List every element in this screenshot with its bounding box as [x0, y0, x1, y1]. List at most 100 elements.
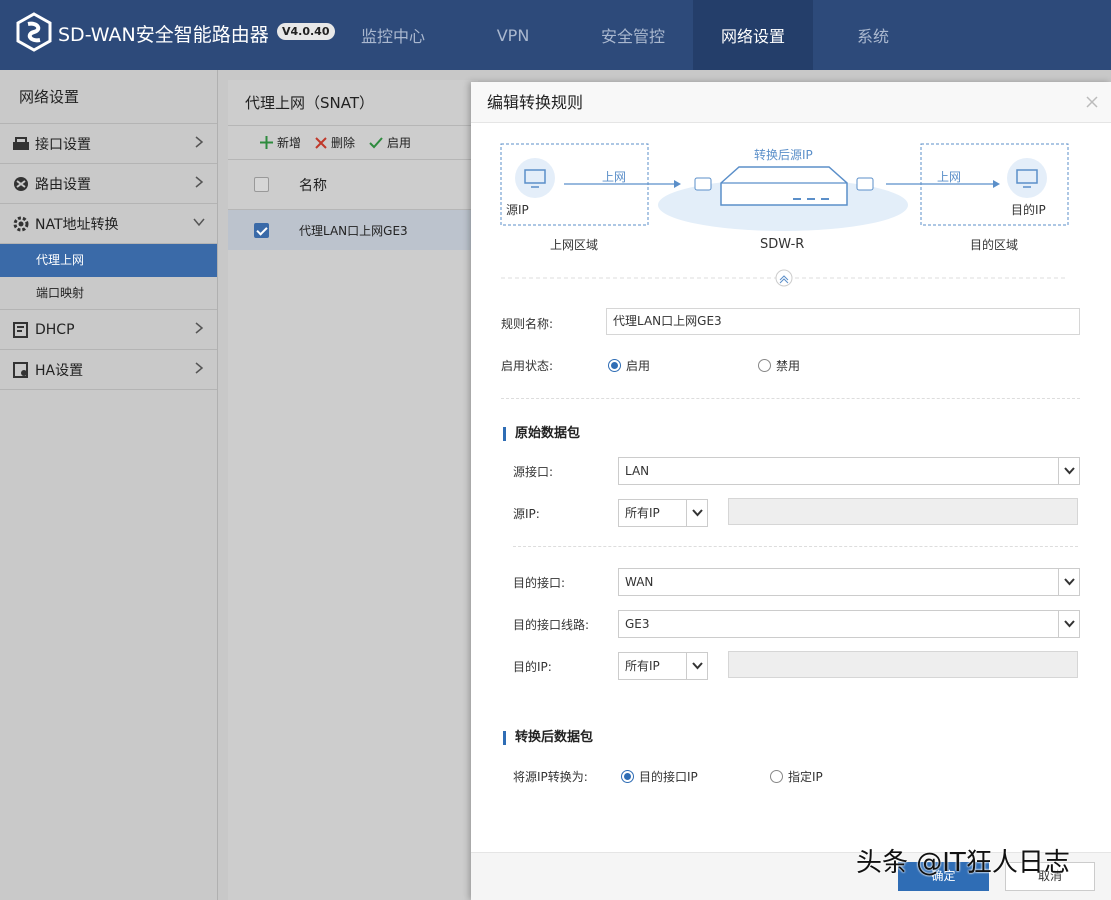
diagram-src-zone: 上网区域	[550, 238, 599, 252]
select-all-checkbox[interactable]	[254, 177, 269, 192]
close-icon[interactable]	[1085, 95, 1099, 109]
enable-button[interactable]: 启用	[369, 134, 411, 151]
brand-title: SD-WAN安全智能路由器	[58, 24, 269, 46]
diagram-router: SDW-R	[760, 237, 805, 252]
sidebar-item-label: DHCP	[35, 321, 75, 338]
sidebar-sub-portmap[interactable]: 端口映射	[0, 277, 217, 310]
dropdown-toggle	[686, 500, 707, 526]
status-enable-label: 启用	[626, 359, 651, 373]
conv-dst-if-radio[interactable]: 目的接口IP	[621, 768, 698, 785]
edit-rule-dialog: 编辑转换规则 源IP 上网 转换后源IP SDW-R 上网 目的IP 上网区域 …	[471, 82, 1111, 900]
nav-monitor[interactable]: 监控中心	[333, 0, 453, 70]
interface-icon	[13, 136, 29, 150]
status-disable-radio[interactable]: 禁用	[758, 357, 800, 374]
source-pc-icon	[515, 158, 555, 198]
chevron-down-icon	[1064, 620, 1075, 628]
chevron-right-icon	[195, 176, 204, 188]
divider	[501, 398, 1080, 399]
diagram-dst-ip: 目的IP	[1011, 203, 1046, 217]
src-if-select[interactable]: LAN	[618, 457, 1080, 485]
chevron-down-icon	[1064, 578, 1075, 586]
sidebar-item-dhcp[interactable]: DHCP	[0, 310, 217, 350]
column-header-name: 名称	[299, 177, 327, 194]
sidebar-sub-proxy[interactable]: 代理上网	[0, 244, 217, 277]
sidebar-item-ha[interactable]: HA设置	[0, 350, 217, 390]
delete-label: 删除	[331, 136, 356, 150]
sidebar-item-interface[interactable]: 接口设置	[0, 124, 217, 164]
dst-line-label: 目的接口线路:	[513, 618, 590, 632]
src-ip-select[interactable]: 所有IP	[618, 499, 708, 527]
radio-dot	[621, 770, 634, 783]
conv-opt1-label: 目的接口IP	[639, 770, 698, 784]
gear-icon	[13, 216, 29, 231]
chevron-down-icon	[692, 509, 703, 517]
sidebar-item-label: NAT地址转换	[35, 216, 119, 233]
radio-dot	[770, 770, 783, 783]
dest-pc-icon	[1007, 158, 1047, 198]
page-title: 代理上网（SNAT）	[228, 80, 478, 126]
sidebar-item-route[interactable]: 路由设置	[0, 164, 217, 204]
diagram-up1: 上网	[602, 170, 627, 184]
dhcp-icon	[13, 321, 28, 338]
route-icon	[14, 176, 28, 191]
dst-ip-value: 所有IP	[625, 659, 660, 673]
dst-ip-label: 目的IP:	[513, 660, 552, 674]
sidebar-item-label: HA设置	[35, 362, 84, 379]
dst-line-select[interactable]: GE3	[618, 610, 1080, 638]
status-disable-label: 禁用	[776, 359, 801, 373]
table-row[interactable]: 代理LAN口上网GE3	[228, 210, 478, 250]
dropdown-toggle	[1058, 611, 1079, 637]
sidebar-item-label: 接口设置	[35, 136, 91, 153]
port-left-icon	[694, 177, 712, 191]
enable-label: 启用	[387, 136, 412, 150]
status-enable-radio[interactable]: 启用	[608, 357, 650, 374]
nav-network[interactable]: 网络设置	[693, 0, 813, 70]
src-ip-label: 源IP:	[513, 507, 540, 521]
sidebar-item-nat[interactable]: NAT地址转换	[0, 204, 217, 244]
chevron-down-icon	[692, 662, 703, 670]
table-header: 名称	[228, 160, 478, 210]
main-panel: 代理上网（SNAT） 新增 删除 启用 名称 代理LAN口上网GE3	[228, 80, 478, 900]
diagram-src-ip: 源IP	[506, 203, 529, 217]
orig-section-title: 原始数据包	[503, 427, 580, 441]
sidebar-item-label: 路由设置	[35, 176, 91, 193]
nav-security[interactable]: 安全管控	[573, 0, 693, 70]
top-header: SD-WAN安全智能路由器 V4.0.40 监控中心 VPN 安全管控 网络设置…	[0, 0, 1111, 70]
src-ip-value: 所有IP	[625, 506, 660, 520]
conv-section-title: 转换后数据包	[503, 731, 593, 745]
src-if-label: 源接口:	[513, 465, 554, 479]
diagram-converted: 转换后源IP	[754, 148, 813, 162]
status-label: 启用状态:	[501, 359, 554, 373]
chevron-down-icon	[1064, 467, 1075, 475]
plus-icon	[260, 136, 273, 149]
chevron-right-icon	[195, 362, 204, 374]
radio-dot	[758, 359, 771, 372]
chevron-right-icon	[195, 322, 204, 334]
dst-if-value: WAN	[625, 575, 654, 589]
diagram-dst-zone: 目的区域	[970, 238, 1019, 252]
radio-dot	[608, 359, 621, 372]
version-badge: V4.0.40	[277, 23, 335, 40]
dropdown-toggle	[1058, 569, 1079, 595]
dst-ip-select[interactable]: 所有IP	[618, 652, 708, 680]
dst-line-value: GE3	[625, 617, 650, 631]
close-icon	[315, 136, 327, 149]
watermark: 头条 @IT狂人日志	[856, 848, 1070, 878]
sidebar-title: 网络设置	[0, 70, 217, 124]
dst-if-label: 目的接口:	[513, 576, 566, 590]
row-name: 代理LAN口上网GE3	[299, 223, 408, 238]
dst-ip-input[interactable]	[728, 651, 1078, 678]
src-ip-input[interactable]	[728, 498, 1078, 525]
nav-system[interactable]: 系统	[813, 0, 933, 70]
port-right-icon	[856, 177, 874, 191]
add-button[interactable]: 新增	[260, 134, 301, 151]
row-checkbox[interactable]	[254, 222, 269, 238]
rule-name-input[interactable]: 代理LAN口上网GE3	[606, 308, 1080, 335]
delete-button[interactable]: 删除	[315, 134, 355, 151]
conv-opt2-label: 指定IP	[788, 770, 823, 784]
ha-icon	[13, 361, 28, 378]
dst-if-select[interactable]: WAN	[618, 568, 1080, 596]
nav-vpn[interactable]: VPN	[453, 0, 573, 70]
conv-specified-radio[interactable]: 指定IP	[770, 768, 823, 785]
add-label: 新增	[277, 136, 302, 150]
